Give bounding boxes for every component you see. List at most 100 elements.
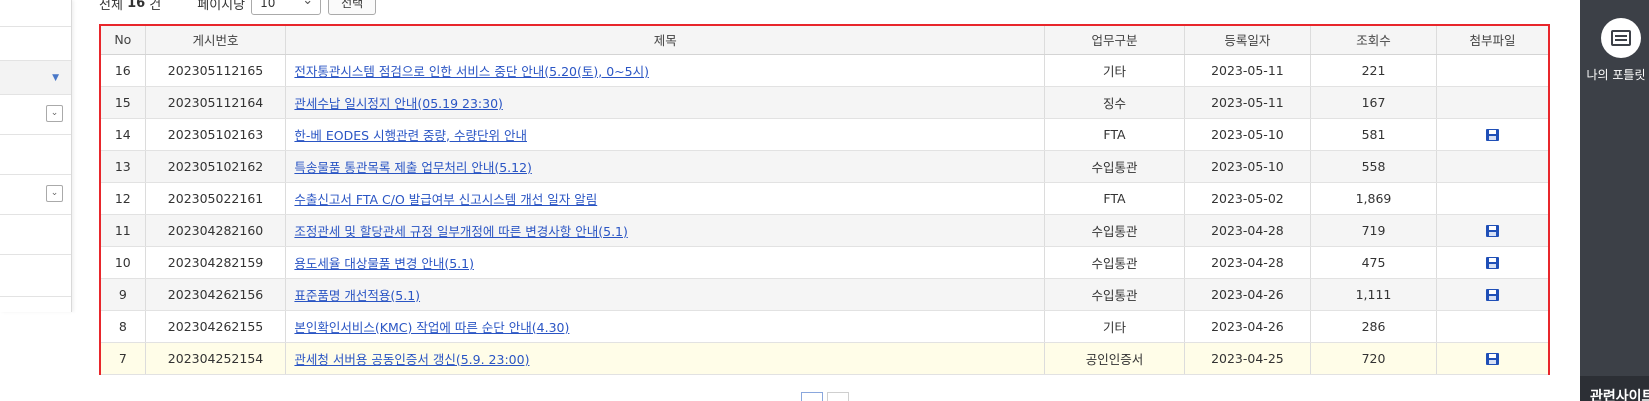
cell-title: 특송물품 통관목록 제출 업무처리 안내(5.12) bbox=[285, 150, 1046, 183]
right-quick-rail bbox=[1580, 0, 1649, 401]
cell-post-id: 202304252154 bbox=[145, 342, 287, 375]
cell-date: 2023-05-10 bbox=[1184, 118, 1311, 151]
notice-title-link[interactable]: 조정관세 및 할당관세 규정 일부개정에 따른 변경사항 안내(5.1) bbox=[294, 224, 627, 239]
table-row[interactable]: 8 202304262155 본인확인서비스(KMC) 작업에 따른 순단 안내… bbox=[101, 310, 1548, 343]
pagination-page[interactable] bbox=[827, 392, 849, 401]
cell-views: 581 bbox=[1310, 118, 1438, 151]
notice-title-link[interactable]: 수출신고서 FTA C/O 발급여부 신고시스템 개선 일자 알림 bbox=[294, 192, 597, 207]
table-row[interactable]: 12 202305022161 수출신고서 FTA C/O 발급여부 신고시스템… bbox=[101, 182, 1548, 215]
cell-views: 1,869 bbox=[1310, 182, 1438, 215]
cell-no: 14 bbox=[101, 118, 146, 151]
sidebar-row[interactable] bbox=[0, 27, 71, 61]
cell-views: 475 bbox=[1310, 246, 1438, 279]
notice-title-link[interactable]: 특송물품 통관목록 제출 업무처리 안내(5.12) bbox=[294, 160, 531, 175]
cell-post-id: 202305022161 bbox=[145, 182, 287, 215]
cell-no: 8 bbox=[101, 310, 146, 343]
sidebar-filter-row: ⌄ bbox=[0, 95, 71, 135]
cell-date: 2023-04-28 bbox=[1184, 214, 1311, 247]
chevron-down-icon[interactable]: ⌄ bbox=[46, 185, 63, 202]
cell-post-id: 202305112164 bbox=[145, 86, 287, 119]
total-prefix: 전체 bbox=[99, 0, 123, 13]
floppy-disk-icon[interactable] bbox=[1486, 225, 1500, 237]
table-row[interactable]: 14 202305102163 한-베 EODES 시행관련 중량, 수량단위 … bbox=[101, 118, 1548, 151]
cell-category: 기타 bbox=[1044, 310, 1185, 343]
cell-post-id: 202304282159 bbox=[145, 246, 287, 279]
floppy-disk-icon[interactable] bbox=[1486, 289, 1500, 301]
cell-attachment bbox=[1436, 54, 1548, 87]
floppy-disk-icon[interactable] bbox=[1486, 353, 1500, 365]
header-title[interactable]: 제목 bbox=[285, 26, 1046, 55]
cell-category: 수입통관 bbox=[1044, 150, 1185, 183]
header-views[interactable]: 조회수 bbox=[1310, 26, 1438, 55]
notice-title-link[interactable]: 본인확인서비스(KMC) 작업에 따른 순단 안내(4.30) bbox=[294, 320, 569, 335]
header-post-id[interactable]: 게시번호 bbox=[145, 26, 287, 55]
cell-attachment bbox=[1436, 342, 1548, 375]
cell-post-id: 202305102163 bbox=[145, 118, 287, 151]
notice-table-frame: No 게시번호 제목 업무구분 등록일자 조회수 첨부파일 16 2023051… bbox=[99, 24, 1550, 375]
page: ▼ ⌄ ⌄ 전체 16 건 페이지당 10 선택 No 게시번호 bbox=[0, 0, 1649, 401]
cell-category: 징수 bbox=[1044, 86, 1185, 119]
cell-post-id: 202304282160 bbox=[145, 214, 287, 247]
cell-category: FTA bbox=[1044, 182, 1185, 215]
list-toolbar: 전체 16 건 페이지당 10 선택 bbox=[99, 0, 377, 15]
notice-title-link[interactable]: 표준품명 개선적용(5.1) bbox=[294, 288, 420, 303]
cell-category: FTA bbox=[1044, 118, 1185, 151]
cell-no: 7 bbox=[101, 342, 146, 375]
cell-attachment bbox=[1436, 182, 1548, 215]
cell-attachment bbox=[1436, 86, 1548, 119]
cell-title: 본인확인서비스(KMC) 작업에 따른 순단 안내(4.30) bbox=[285, 310, 1046, 343]
portlet-button[interactable] bbox=[1601, 18, 1641, 58]
table-row[interactable]: 13 202305102162 특송물품 통관목록 제출 업무처리 안내(5.1… bbox=[101, 150, 1548, 183]
cell-attachment bbox=[1436, 150, 1548, 183]
per-page-select[interactable]: 10 bbox=[251, 0, 322, 15]
cell-title: 표준품명 개선적용(5.1) bbox=[285, 278, 1046, 311]
total-count: 16 bbox=[127, 0, 146, 11]
notice-title-link[interactable]: 전자통관시스템 점검으로 인한 서비스 중단 안내(5.20(토), 0~5시) bbox=[294, 64, 649, 79]
cell-title: 조정관세 및 할당관세 규정 일부개정에 따른 변경사항 안내(5.1) bbox=[285, 214, 1046, 247]
cell-date: 2023-04-26 bbox=[1184, 278, 1311, 311]
cell-views: 720 bbox=[1310, 342, 1438, 375]
caret-down-icon[interactable]: ▼ bbox=[52, 73, 59, 83]
cell-category: 수입통관 bbox=[1044, 214, 1185, 247]
cell-date: 2023-05-11 bbox=[1184, 54, 1311, 87]
header-attachment[interactable]: 첨부파일 bbox=[1436, 26, 1548, 55]
sidebar-row[interactable] bbox=[0, 0, 71, 27]
sidebar-row-active[interactable]: ▼ bbox=[0, 61, 71, 95]
notice-title-link[interactable]: 한-베 EODES 시행관련 중량, 수량단위 안내 bbox=[294, 128, 527, 143]
cell-title: 용도세율 대상물품 변경 안내(5.1) bbox=[285, 246, 1046, 279]
portlet-label[interactable]: 나의 포틀릿 bbox=[1583, 68, 1649, 83]
cell-category: 공인인증서 bbox=[1044, 342, 1185, 375]
chevron-down-icon[interactable]: ⌄ bbox=[46, 105, 63, 122]
cell-views: 221 bbox=[1310, 54, 1438, 87]
notice-title-link[interactable]: 관세수납 일시정지 안내(05.19 23:30) bbox=[294, 96, 502, 111]
header-date[interactable]: 등록일자 bbox=[1184, 26, 1311, 55]
table-row[interactable]: 10 202304282159 용도세율 대상물품 변경 안내(5.1) 수입통… bbox=[101, 246, 1548, 279]
select-button[interactable]: 선택 bbox=[328, 0, 377, 15]
table-row-hovered[interactable]: 7 202304252154 관세청 서버용 공동인증서 갱신(5.9. 23:… bbox=[101, 342, 1548, 375]
cell-views: 167 bbox=[1310, 86, 1438, 119]
cell-views: 1,111 bbox=[1310, 278, 1438, 311]
pagination-current-page[interactable] bbox=[801, 392, 823, 401]
sidebar-row bbox=[0, 135, 71, 175]
header-category[interactable]: 업무구분 bbox=[1044, 26, 1185, 55]
cell-title: 관세청 서버용 공동인증서 갱신(5.9. 23:00) bbox=[285, 342, 1046, 375]
related-sites-label[interactable]: 관련사이트 bbox=[1590, 386, 1649, 401]
cell-attachment bbox=[1436, 246, 1548, 279]
sidebar-row bbox=[0, 255, 71, 297]
floppy-disk-icon[interactable] bbox=[1486, 129, 1500, 141]
cell-date: 2023-04-28 bbox=[1184, 246, 1311, 279]
notice-title-link[interactable]: 관세청 서버용 공동인증서 갱신(5.9. 23:00) bbox=[294, 352, 529, 367]
notice-title-link[interactable]: 용도세율 대상물품 변경 안내(5.1) bbox=[294, 256, 474, 271]
floppy-disk-icon[interactable] bbox=[1486, 257, 1500, 269]
cell-no: 13 bbox=[101, 150, 146, 183]
table-row[interactable]: 9 202304262156 표준품명 개선적용(5.1) 수입통관 2023-… bbox=[101, 278, 1548, 311]
table-row[interactable]: 16 202305112165 전자통관시스템 점검으로 인한 서비스 중단 안… bbox=[101, 54, 1548, 87]
cell-post-id: 202305102162 bbox=[145, 150, 287, 183]
cell-category: 수입통관 bbox=[1044, 278, 1185, 311]
table-row[interactable]: 11 202304282160 조정관세 및 할당관세 규정 일부개정에 따른 … bbox=[101, 214, 1548, 247]
cell-no: 12 bbox=[101, 182, 146, 215]
header-no[interactable]: No bbox=[101, 26, 146, 55]
table-row[interactable]: 15 202305112164 관세수납 일시정지 안내(05.19 23:30… bbox=[101, 86, 1548, 119]
cell-attachment bbox=[1436, 214, 1548, 247]
cell-category: 수입통관 bbox=[1044, 246, 1185, 279]
